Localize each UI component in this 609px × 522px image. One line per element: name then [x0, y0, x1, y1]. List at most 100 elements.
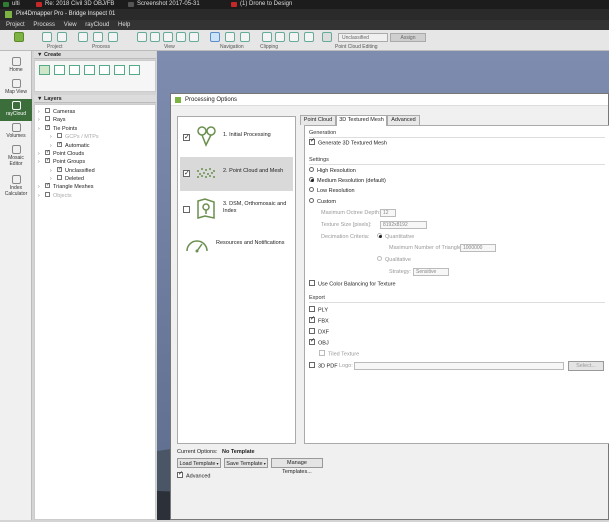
create-point-icon[interactable]	[54, 65, 65, 75]
create-object-icon[interactable]	[114, 65, 125, 75]
layer-row[interactable]: › Cameras	[38, 108, 75, 116]
expand-arrow-icon[interactable]: ›	[38, 183, 45, 191]
navigation-fly-icon[interactable]	[240, 32, 250, 42]
create-surface-icon[interactable]	[84, 65, 95, 75]
menu-raycloud[interactable]: rayCloud	[85, 22, 109, 28]
layer-row[interactable]: › Rays	[38, 116, 66, 124]
advanced-checkbox[interactable]: Advanced	[177, 471, 210, 480]
view-side-icon[interactable]	[189, 32, 199, 42]
expand-arrow-icon[interactable]: ›	[38, 192, 45, 200]
classification-select[interactable]: Unclassified	[338, 33, 388, 42]
run-process-icon[interactable]	[78, 32, 88, 42]
process-step-icon[interactable]	[108, 32, 118, 42]
menu-view[interactable]: View	[64, 22, 77, 28]
create-polyline-icon[interactable]	[69, 65, 80, 75]
expand-arrow-icon[interactable]: ›	[50, 167, 57, 175]
layer-row[interactable]: › Unclassified	[50, 165, 95, 175]
radio-custom[interactable]: Custom	[309, 198, 336, 206]
tab-point-cloud[interactable]: Point Cloud	[300, 115, 336, 125]
rail-volumes[interactable]: Volumes	[0, 121, 32, 143]
create-panel-header[interactable]: ▼ Create	[34, 51, 156, 59]
expand-arrow-icon[interactable]: ›	[50, 133, 57, 141]
tab-3d-textured-mesh[interactable]: 3D Textured Mesh	[336, 115, 387, 126]
radio-high-resolution[interactable]: High Resolution	[309, 167, 356, 175]
manage-templates-button[interactable]: Manage Templates...	[271, 458, 323, 475]
generate-mesh-checkbox[interactable]: Generate 3D Textured Mesh	[309, 138, 387, 147]
radio-low-resolution[interactable]: Low Resolution	[309, 187, 355, 195]
menu-help[interactable]: Help	[118, 22, 130, 28]
tiled-texture-checkbox[interactable]: Tiled Texture	[319, 350, 359, 358]
layer-checkbox[interactable]	[45, 192, 50, 198]
os-tab-2[interactable]: Screenshot 2017-05-31	[125, 0, 225, 9]
os-tab-1[interactable]: Re: 2018 Civil 3D OBJ/FB	[33, 0, 115, 9]
layer-checkbox[interactable]	[57, 140, 62, 148]
strategy-select[interactable]: Sensitive	[413, 268, 449, 276]
layer-checkbox[interactable]	[57, 133, 62, 139]
create-grid-icon[interactable]	[129, 65, 140, 75]
layer-row[interactable]: › Automatic	[50, 140, 89, 150]
layer-checkbox[interactable]	[45, 123, 50, 131]
clipping-plane-icon[interactable]	[275, 32, 285, 42]
layer-row[interactable]: › Objects	[38, 192, 72, 200]
clipping-box-icon[interactable]	[262, 32, 272, 42]
rail-raycloud[interactable]: rayCloud	[0, 99, 32, 121]
rail-mosaic-editor[interactable]: Mosaic Editor	[0, 143, 32, 173]
processing-options-icon[interactable]	[93, 32, 103, 42]
step-point-cloud-mesh[interactable]: 2. Point Cloud and Mesh	[180, 157, 293, 191]
export-ply-checkbox[interactable]: PLY	[309, 306, 328, 314]
create-volume-icon[interactable]	[99, 65, 110, 75]
color-balancing-checkbox[interactable]: Use Color Balancing for Texture	[309, 280, 396, 288]
tab-advanced[interactable]: Advanced	[387, 115, 420, 125]
menu-project[interactable]: Project	[6, 22, 25, 28]
expand-arrow-icon[interactable]: ›	[38, 125, 45, 133]
class-color-icon[interactable]	[322, 32, 332, 42]
rail-map-view[interactable]: Map View	[0, 77, 32, 99]
open-project-icon[interactable]	[57, 32, 67, 42]
layer-row[interactable]: › Point Clouds	[38, 148, 84, 158]
expand-arrow-icon[interactable]: ›	[50, 175, 57, 183]
layer-checkbox[interactable]	[45, 116, 50, 122]
max-triangles-spinbox[interactable]: 1000000	[460, 244, 496, 252]
layer-checkbox[interactable]	[57, 175, 62, 181]
expand-arrow-icon[interactable]: ›	[38, 108, 45, 116]
export-3d-pdf-checkbox[interactable]: 3D PDF	[309, 362, 338, 370]
view-all-icon[interactable]	[163, 32, 173, 42]
expand-arrow-icon[interactable]: ›	[38, 158, 45, 166]
edit-brush-icon[interactable]	[289, 32, 299, 42]
rail-index-calculator[interactable]: Index Calculator	[0, 173, 32, 203]
create-rect-icon[interactable]	[39, 65, 50, 75]
step-dsm-orthomosaic[interactable]: 3. DSM, Orthomosaic and Index	[180, 193, 293, 227]
select-logo-button[interactable]: Select...	[568, 361, 604, 371]
step-3-checkbox[interactable]	[183, 206, 190, 213]
navigation-move-icon[interactable]	[210, 32, 220, 42]
expand-arrow-icon[interactable]: ›	[38, 150, 45, 158]
radio-quantitative[interactable]: Quantitative	[377, 233, 414, 241]
layer-checkbox[interactable]	[45, 181, 50, 189]
step-initial-processing[interactable]: 1. Initial Processing	[180, 121, 293, 155]
zoom-in-icon[interactable]	[137, 32, 147, 42]
layer-checkbox[interactable]	[45, 156, 50, 164]
new-project-icon[interactable]	[42, 32, 52, 42]
layer-checkbox[interactable]	[45, 148, 50, 156]
layer-row[interactable]: › Tie Points	[38, 123, 77, 133]
export-dxf-checkbox[interactable]: DXF	[309, 328, 329, 336]
layer-row[interactable]: › Deleted	[50, 175, 84, 183]
export-obj-checkbox[interactable]: OBJ	[309, 338, 329, 347]
zoom-out-icon[interactable]	[150, 32, 160, 42]
export-fbx-checkbox[interactable]: FBX	[309, 316, 329, 325]
navigation-orbit-icon[interactable]	[225, 32, 235, 42]
step-1-checkbox[interactable]	[183, 133, 190, 141]
load-template-button[interactable]: Load Template ▾	[177, 458, 221, 468]
radio-medium-resolution[interactable]: Medium Resolution (default)	[309, 177, 386, 185]
expand-arrow-icon[interactable]: ›	[50, 142, 57, 150]
step-resources-notifications[interactable]: Resources and Notifications	[180, 229, 293, 263]
max-octree-spinbox[interactable]: 12	[380, 209, 396, 217]
layers-panel-header[interactable]: ▼ Layers	[34, 95, 156, 103]
step-2-checkbox[interactable]	[183, 169, 190, 177]
layer-checkbox[interactable]	[45, 108, 50, 114]
layer-row[interactable]: › Triangle Meshes	[38, 181, 93, 191]
edit-lasso-icon[interactable]	[304, 32, 314, 42]
logo-path-field[interactable]	[354, 362, 564, 370]
expand-arrow-icon[interactable]: ›	[38, 116, 45, 124]
assign-button[interactable]: Assign	[390, 33, 426, 42]
